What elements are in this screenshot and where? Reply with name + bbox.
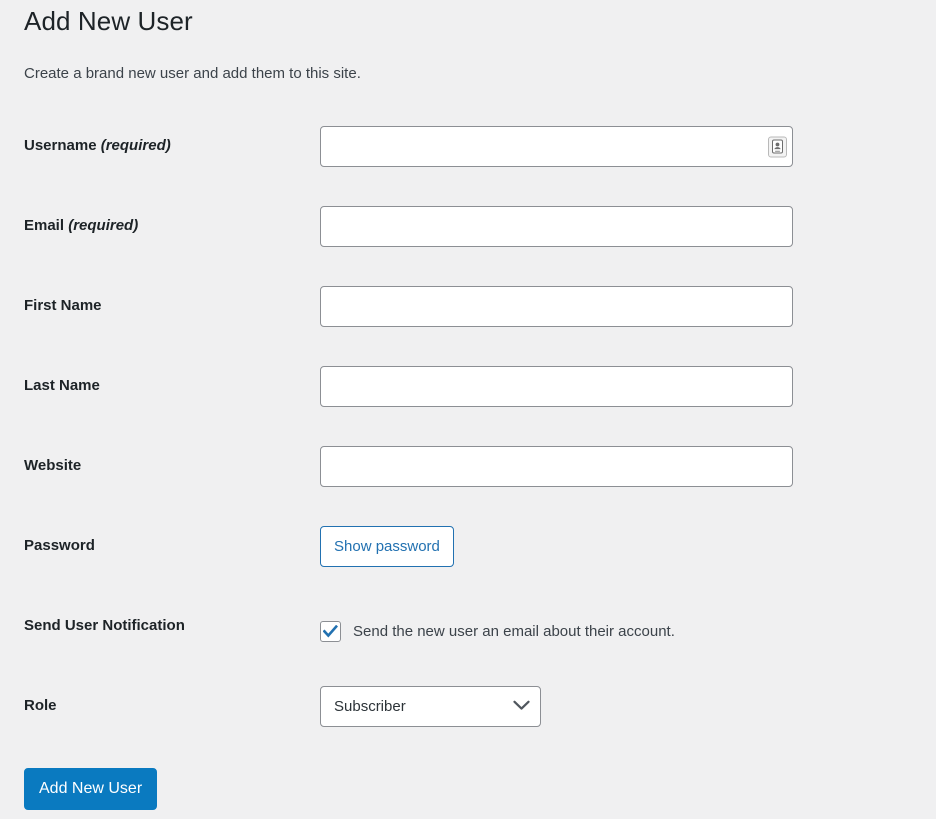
send-notification-field-cell: Send the new user an email about their a… [320, 606, 675, 652]
website-field-cell [320, 446, 793, 487]
add-new-user-button[interactable]: Add New User [24, 768, 158, 810]
role-select-value: Subscriber [334, 698, 406, 715]
username-input-wrap [320, 126, 793, 167]
form-row-username: Username (required) [0, 126, 936, 206]
first-name-field-cell [320, 286, 793, 327]
password-label: Password [24, 537, 95, 554]
last-name-label: Last Name [24, 377, 100, 394]
website-input[interactable] [320, 446, 793, 487]
email-label: Email (required) [24, 216, 304, 236]
website-input-wrap [320, 446, 793, 487]
page-title: Add New User [24, 6, 193, 36]
form-row-send-notification: Send User Notification Send the new user… [0, 606, 936, 686]
role-select[interactable]: Subscriber [320, 686, 541, 727]
email-label-text: Email [24, 217, 65, 234]
send-notification-label: Send User Notification [24, 617, 185, 634]
last-name-input[interactable] [320, 366, 793, 407]
form-row-last-name: Last Name [0, 366, 936, 446]
add-user-form: Username (required) Email (required) Fir… [0, 126, 936, 766]
send-notification-checkbox-label[interactable]: Send the new user an email about their a… [353, 622, 675, 642]
last-name-input-wrap [320, 366, 793, 407]
first-name-input-wrap [320, 286, 793, 327]
checkmark-icon [323, 625, 338, 638]
email-input-wrap [320, 206, 793, 247]
email-required-marker: (required) [68, 217, 139, 234]
form-row-website: Website [0, 446, 936, 526]
email-field-cell [320, 206, 793, 247]
last-name-field-cell [320, 366, 793, 407]
form-row-email: Email (required) [0, 206, 936, 286]
page-subtitle: Create a brand new user and add them to … [24, 65, 361, 82]
username-label: Username (required) [24, 136, 304, 156]
username-label-text: Username [24, 137, 97, 154]
send-notification-check-line: Send the new user an email about their a… [320, 611, 675, 652]
role-select-wrap: Subscriber [320, 686, 541, 727]
username-input[interactable] [320, 126, 793, 167]
role-field-cell: Subscriber [320, 686, 541, 727]
submit-area: Add New User [24, 768, 158, 810]
username-field-cell [320, 126, 793, 167]
role-label: Role [24, 697, 57, 714]
username-required-marker: (required) [100, 137, 171, 154]
show-password-button[interactable]: Show password [320, 526, 454, 567]
first-name-input[interactable] [320, 286, 793, 327]
form-row-role: Role Subscriber [0, 686, 936, 766]
website-label: Website [24, 457, 82, 474]
first-name-label: First Name [24, 297, 102, 314]
form-row-first-name: First Name [0, 286, 936, 366]
password-field-cell: Show password [320, 526, 454, 567]
contact-card-icon[interactable] [768, 136, 787, 157]
form-row-password: Password Show password [0, 526, 936, 606]
email-input[interactable] [320, 206, 793, 247]
add-new-user-page: Add New User Create a brand new user and… [0, 0, 936, 819]
send-notification-checkbox[interactable] [320, 621, 341, 642]
